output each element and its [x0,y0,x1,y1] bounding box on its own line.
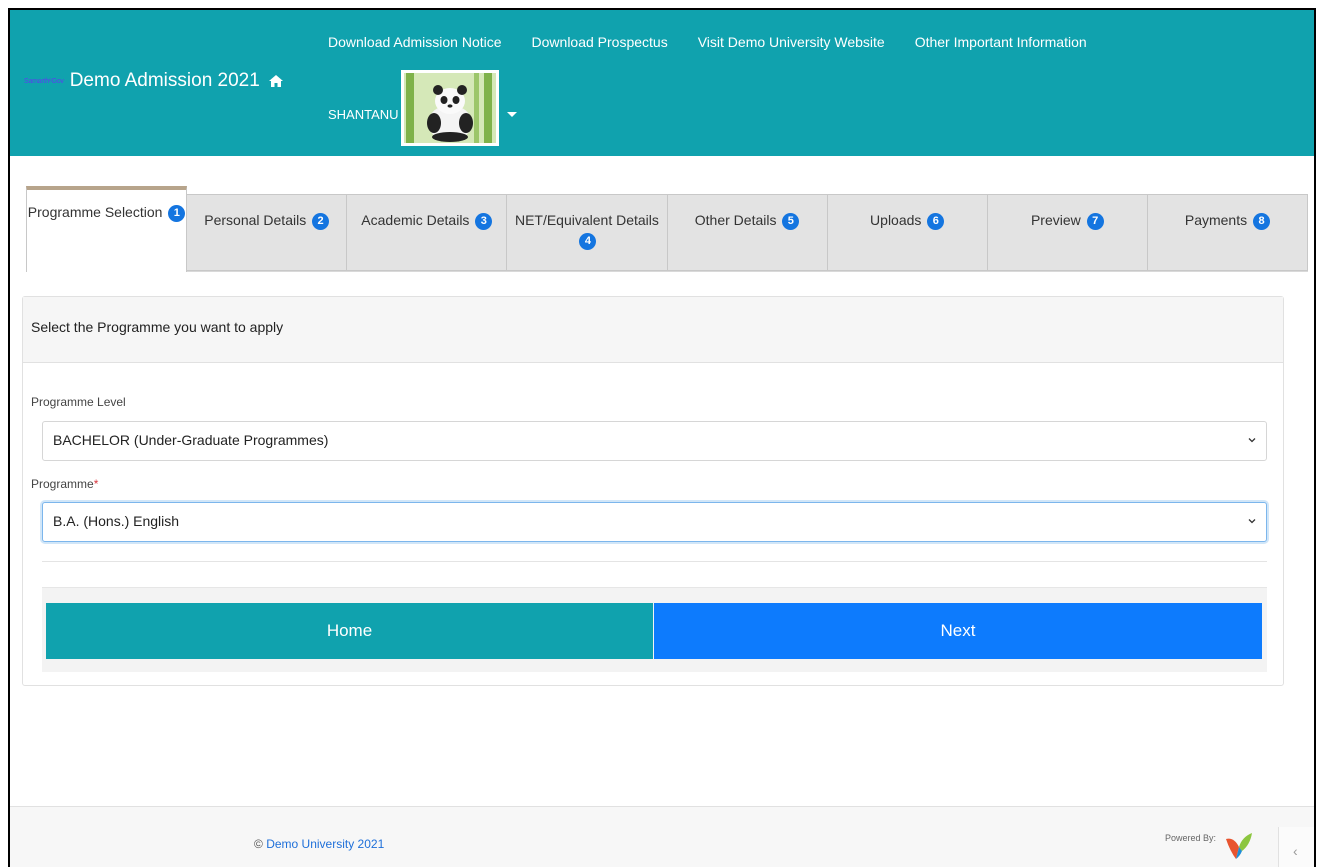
user-menu[interactable]: SHANTANU [328,70,517,146]
tab-uploads[interactable]: Uploads 6 [827,194,988,271]
chevron-down-icon [1248,519,1256,524]
programme-level-label: Programme Level [31,395,126,409]
step-badge: 2 [312,212,330,230]
required-mark: * [93,477,99,491]
home-icon[interactable] [268,74,284,88]
tab-label: Uploads [870,212,922,228]
footer: © Demo University 2021 Powered By: ‹ [10,806,1314,867]
chevron-left-icon: ‹ [1293,843,1298,859]
tab-preview[interactable]: Preview 7 [987,194,1148,271]
tab-label: Payments [1184,212,1248,228]
brand[interactable]: SamarthᵉGov Demo Admission 2021 [24,70,284,92]
home-button[interactable]: Home [46,603,653,659]
next-button[interactable]: Next [654,603,1262,659]
brand-title[interactable]: Demo Admission 2021 [70,70,260,92]
powered-by-label: Powered By: [1164,833,1216,843]
header: SamarthᵉGov Demo Admission 2021 Download… [10,10,1314,156]
tab-programme-selection[interactable]: Programme Selection 1 [26,186,188,272]
step-tabs: Programme Selection 1 Personal Details 2… [26,186,1308,272]
chevron-down-icon [1248,438,1256,443]
tab-label: Other Details [694,212,777,228]
programme-level-select[interactable]: BACHELOR (Under-Graduate Programmes) [42,421,1267,461]
step-badge: 1 [168,204,186,222]
tab-label: Personal Details [204,212,307,228]
programme-label-text: Programme [31,477,94,491]
tab-other-details[interactable]: Other Details 5 [667,194,828,271]
user-name[interactable]: SHANTANU [328,107,399,122]
nav-visit-university-website[interactable]: Visit Demo University Website [698,34,885,50]
nav-download-prospectus[interactable]: Download Prospectus [532,34,668,50]
step-badge: 4 [579,232,597,250]
step-badge: 3 [475,212,493,230]
tab-net-equivalent-details[interactable]: NET/Equivalent Details 4 [507,194,668,271]
step-badge: 6 [927,212,945,230]
card-heading: Select the Programme you want to apply [23,297,1283,363]
action-bar: Home Next [42,587,1267,672]
programme-value: B.A. (Hons.) English [53,513,180,529]
divider [42,561,1267,562]
copyright: © Demo University 2021 [254,837,384,851]
step-badge: 5 [782,212,800,230]
programme-select[interactable]: B.A. (Hons.) English [42,502,1267,542]
top-nav: Download Admission Notice Download Prosp… [328,34,1087,50]
tab-label: Academic Details [361,212,470,228]
tab-personal-details[interactable]: Personal Details 2 [187,194,348,271]
programme-label: Programme* [31,477,98,491]
tab-academic-details[interactable]: Academic Details 3 [347,194,508,271]
avatar[interactable] [400,70,499,146]
brand-logo: SamarthᵉGov [24,77,64,85]
copyright-symbol: © [254,837,263,851]
programme-level-value: BACHELOR (Under-Graduate Programmes) [53,432,329,448]
programme-card: Select the Programme you want to apply P… [22,296,1284,686]
step-badge: 8 [1253,212,1270,230]
page-frame: SamarthᵉGov Demo Admission 2021 Download… [8,8,1316,867]
nav-download-admission-notice[interactable]: Download Admission Notice [328,34,502,50]
chevron-down-icon[interactable] [506,111,517,117]
tab-label: Programme Selection [27,204,163,220]
avatar-image [403,73,496,143]
scroll-toggle[interactable]: ‹ [1278,827,1314,867]
tab-payments[interactable]: Payments 8 [1147,194,1308,271]
tab-label: Preview [1030,212,1081,228]
step-badge: 7 [1086,212,1104,230]
copyright-link[interactable]: Demo University 2021 [266,837,384,851]
nav-other-information[interactable]: Other Important Information [915,34,1087,50]
yii-logo-icon[interactable] [1222,829,1256,863]
tab-label: NET/Equivalent Details [514,212,659,228]
